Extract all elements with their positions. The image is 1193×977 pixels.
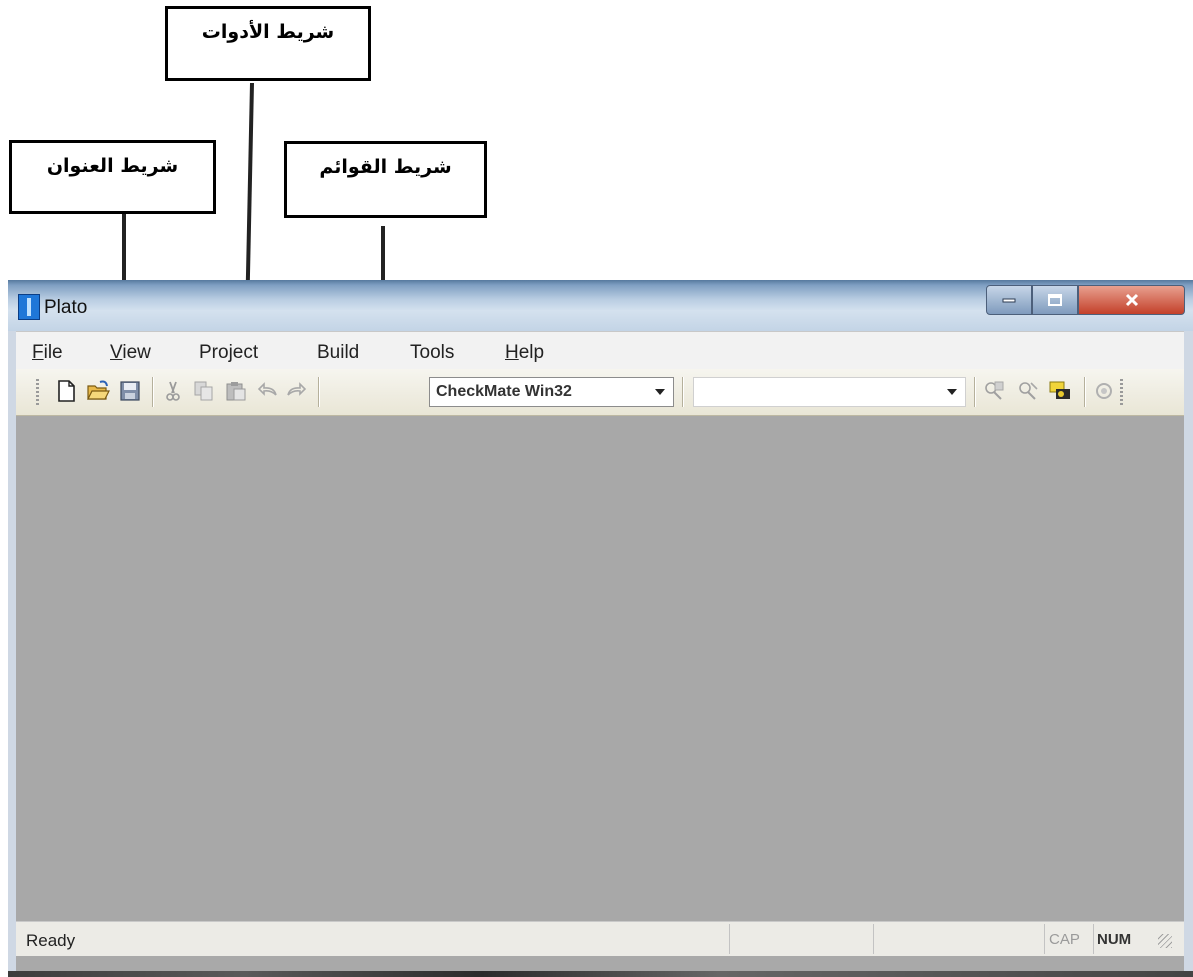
toolbar-separator xyxy=(152,377,154,407)
num-lock-indicator: NUM xyxy=(1097,931,1132,948)
maximize-icon xyxy=(1048,294,1062,306)
toolbar-separator xyxy=(1084,377,1086,407)
new-file-icon[interactable] xyxy=(54,379,78,403)
client-area: File View Project Build Tools Help Check… xyxy=(16,331,1184,971)
menu-view-label: iew xyxy=(122,342,151,363)
status-pane xyxy=(1044,924,1045,954)
save-icon[interactable] xyxy=(118,379,142,403)
status-bar: Ready CAP NUM xyxy=(16,921,1184,956)
status-pane xyxy=(1093,924,1094,954)
menu-file-mnemonic: F xyxy=(32,342,44,363)
chevron-down-icon[interactable] xyxy=(947,389,957,395)
menu-file-label: ile xyxy=(43,342,63,363)
menu-help[interactable]: Help xyxy=(505,342,544,364)
paste-icon[interactable] xyxy=(224,379,248,403)
project-config-select[interactable]: CheckMate Win32 xyxy=(429,377,674,407)
redo-icon[interactable] xyxy=(284,379,308,403)
app-icon[interactable] xyxy=(18,294,40,320)
find-next-icon[interactable] xyxy=(1016,379,1040,403)
toolbar-grip[interactable] xyxy=(36,379,39,405)
window-title: Plato xyxy=(44,297,88,318)
open-folder-icon[interactable] xyxy=(86,379,110,403)
close-icon xyxy=(1125,293,1138,307)
menu-build[interactable]: Build xyxy=(317,342,359,364)
status-pane xyxy=(873,924,874,954)
title-bar-callout: شريط العنوان xyxy=(9,140,216,214)
menu-tools[interactable]: Tools xyxy=(410,342,454,364)
menu-help-label: elp xyxy=(518,342,545,363)
minimize-icon xyxy=(1002,298,1016,303)
toolbar-grip[interactable] xyxy=(1120,379,1123,405)
caps-lock-indicator: CAP xyxy=(1049,931,1080,948)
copy-icon[interactable] xyxy=(192,379,216,403)
toolbar-separator xyxy=(974,377,976,407)
title-bar[interactable]: Plato xyxy=(8,280,1193,331)
menu-help-mnemonic: H xyxy=(505,342,519,363)
status-pane xyxy=(729,924,730,954)
toolbar-separator xyxy=(682,377,684,407)
status-text: Ready xyxy=(26,931,76,950)
minimize-button[interactable] xyxy=(986,285,1032,315)
size-grip[interactable] xyxy=(1158,934,1172,948)
menu-view[interactable]: View xyxy=(110,342,151,364)
toolbar-callout-label: شريط الأدوات xyxy=(201,21,335,43)
menu-bar-callout: شريط القوائم xyxy=(284,141,487,218)
app-window: Plato File View Project Build Tools Help… xyxy=(8,280,1193,977)
toolbar: CheckMate Win32 xyxy=(16,369,1184,416)
workspace-area[interactable] xyxy=(16,416,1184,921)
close-button[interactable] xyxy=(1078,285,1185,315)
menu-bar-callout-label: شريط القوائم xyxy=(319,156,452,178)
taskbar-edge xyxy=(8,971,1193,977)
cut-icon[interactable] xyxy=(161,379,185,403)
menu-project[interactable]: Project xyxy=(199,342,258,364)
maximize-button[interactable] xyxy=(1032,285,1078,315)
menu-file[interactable]: File xyxy=(32,342,63,364)
undo-icon[interactable] xyxy=(256,379,280,403)
title-bar-callout-label: شريط العنوان xyxy=(46,155,179,177)
target-select[interactable] xyxy=(693,377,966,407)
find-icon[interactable] xyxy=(982,379,1006,403)
title-bar-pointer-line xyxy=(122,214,126,286)
project-config-value: CheckMate Win32 xyxy=(436,383,572,400)
find-in-files-icon[interactable] xyxy=(1048,379,1072,403)
chevron-down-icon[interactable] xyxy=(655,389,665,395)
toolbar-callout: شريط الأدوات xyxy=(165,6,371,81)
menu-bar: File View Project Build Tools Help xyxy=(16,331,1184,370)
settings-icon[interactable] xyxy=(1092,379,1116,403)
menu-view-mnemonic: V xyxy=(110,342,123,363)
toolbar-separator xyxy=(318,377,320,407)
